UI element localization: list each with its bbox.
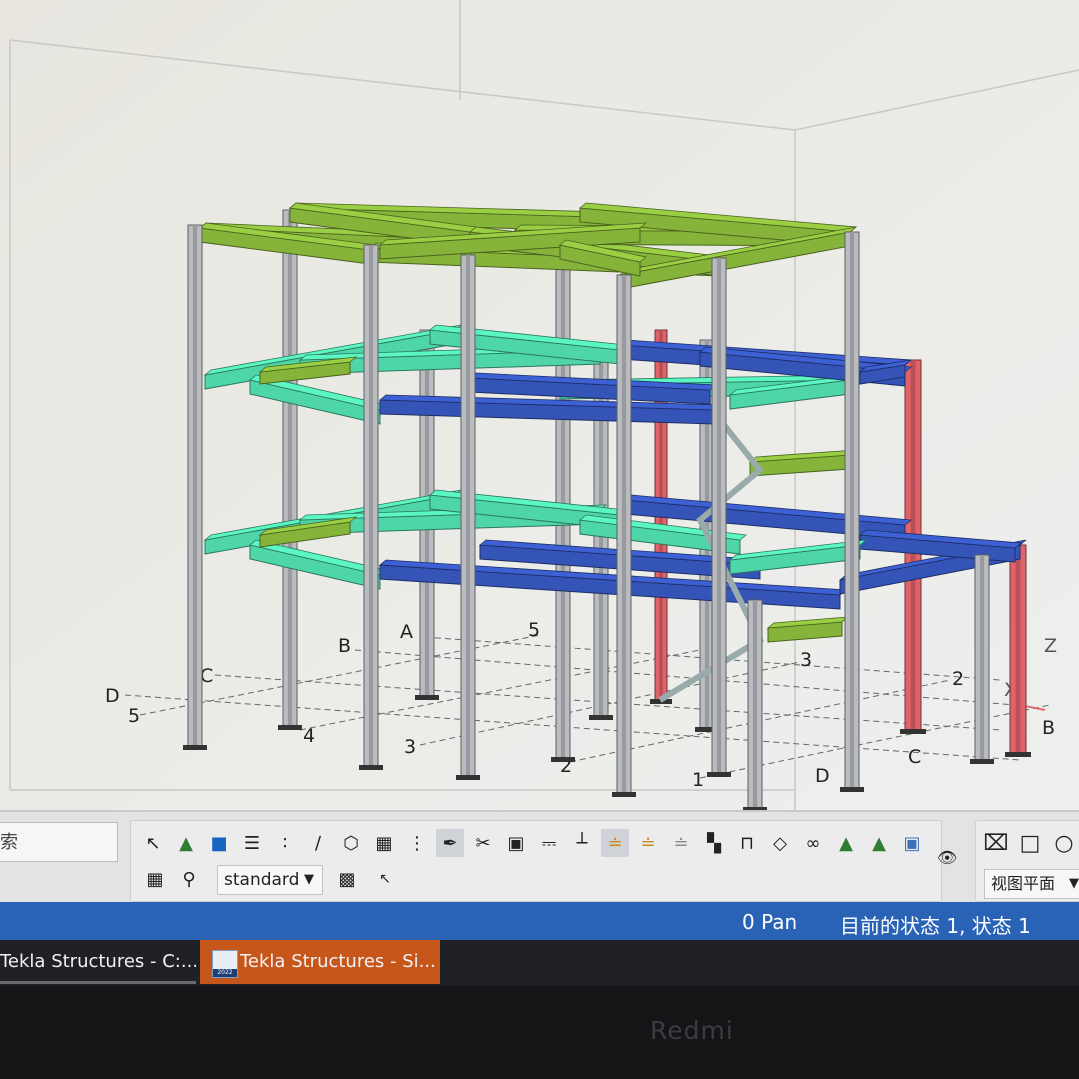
red-column-2-web	[1015, 545, 1021, 755]
grid-icon[interactable]: ▦	[370, 829, 398, 857]
view-panel: ⌧ □ ○ 视图平面 ▼	[975, 820, 1079, 902]
column-front-4-web	[621, 275, 627, 795]
ladder-icon[interactable]: ☰	[238, 829, 266, 857]
chevron-down-icon: ▼	[1069, 876, 1079, 891]
grid-label-A-left: A	[400, 621, 413, 643]
column-front-4-base-plate	[612, 792, 636, 797]
taskbar-item-label: Tekla Structures - Si...	[240, 951, 436, 972]
column-front-1-base-plate	[183, 745, 207, 750]
column-front-5-web	[716, 258, 722, 775]
search-field[interactable]: 索	[0, 822, 118, 862]
grid-label-D-right: D	[815, 765, 830, 787]
brush-icon[interactable]: ✒	[436, 829, 464, 857]
status-count: 0 Pan	[742, 910, 798, 934]
app-year: 2022	[213, 969, 237, 977]
grid-label-4-front: 4	[303, 725, 315, 747]
tool-panel: ↖ ▲ ■ ☰ ∶ ∕ ⬡ ▦ ⋮ ✒ ✂ ▣ ⎓ ┴ ≐ ≐ ≐ ▚ ⊓ ◇ ∞ ▲ ▲ ▣ ▦ ⚲ standard ▼ …	[130, 820, 942, 902]
taskbar-item-tekla-1[interactable]: Tekla Structures - C:...	[0, 940, 196, 984]
axis-z-label: Z	[1044, 635, 1057, 657]
stair-icon-3[interactable]: ≐	[667, 829, 695, 857]
circle-icon[interactable]: ○	[1050, 829, 1078, 857]
solid-square-icon[interactable]: ■	[205, 829, 233, 857]
grid-label-5-back: 5	[528, 619, 540, 641]
column-mid-1-base-plate	[551, 757, 575, 762]
checker-icon[interactable]: ▩	[333, 865, 361, 893]
line-icon[interactable]: ∕	[304, 829, 332, 857]
eye-icon[interactable]: 👁	[937, 848, 961, 867]
column-front-7-web	[849, 232, 855, 790]
grid-label-3-front: 3	[404, 736, 416, 758]
window-icon[interactable]: ▣	[502, 829, 530, 857]
cone-icon[interactable]: ▲	[172, 829, 200, 857]
standard-dropdown[interactable]: standard ▼	[217, 865, 323, 895]
grid-label-5-front: 5	[128, 705, 140, 727]
red-column-1-base-plate	[900, 729, 926, 734]
box-cross-icon[interactable]: ⌧	[982, 829, 1010, 857]
search-key-icon[interactable]: ⚲	[175, 865, 203, 893]
column-right-1-web	[979, 555, 985, 762]
square-icon[interactable]: □	[1016, 829, 1044, 857]
tree-dot-icon[interactable]: ▲	[865, 829, 893, 857]
column-front-2-web	[368, 245, 374, 768]
column-back-1-base-plate	[415, 695, 439, 700]
taskbar-item-label: Tekla Structures - C:...	[0, 951, 196, 972]
column-icon[interactable]: ⎓	[535, 829, 563, 857]
column-front-3-web	[465, 255, 471, 778]
red-column-2-base-plate	[1005, 752, 1031, 757]
column-front-3-base-plate	[456, 775, 480, 780]
component-grid-icon[interactable]: ▦	[141, 865, 169, 893]
grid-label-B-left: B	[338, 635, 351, 657]
grid-label-D-left: D	[105, 685, 120, 707]
tree-icon[interactable]: ▲	[832, 829, 860, 857]
toolbar-area: 索 ↖ ▲ ■ ☰ ∶ ∕ ⬡ ▦ ⋮ ✒ ✂ ▣ ⎓ ┴ ≐ ≐ ≐ ▚ ⊓ ◇ ∞ ▲ ▲ ▣ ▦ ⚲ standard …	[0, 810, 1079, 904]
chevron-down-icon: ▼	[304, 872, 314, 887]
column-front-2-base-plate	[359, 765, 383, 770]
beam-icon[interactable]: ┴	[568, 829, 596, 857]
status-bar: 0 Pan 目前的状态 1, 状态 1	[0, 902, 1079, 940]
grid-label-B-right: B	[1042, 717, 1055, 739]
stairs-solid-icon[interactable]: ▚	[700, 829, 728, 857]
grid-label-1-front: 1	[692, 769, 704, 791]
view-plane-dropdown[interactable]: 视图平面 ▼	[984, 869, 1079, 899]
grid-label-2-right: 2	[952, 668, 964, 690]
status-state: 目前的状态 1, 状态 1	[840, 914, 1031, 938]
stair-icon-1[interactable]: ≐	[601, 829, 629, 857]
monitor-bezel: Redmi	[0, 986, 1079, 1079]
column-left-back-web	[287, 210, 293, 728]
pointer-small-icon[interactable]: ↖	[371, 865, 399, 893]
column-mid-1-web	[560, 240, 566, 760]
grid-label-C-right: C	[908, 746, 921, 768]
mesh-icon[interactable]: ▣	[898, 829, 926, 857]
stair-icon-2[interactable]: ≐	[634, 829, 662, 857]
angle-icon[interactable]: ∞	[799, 829, 827, 857]
scissors-icon[interactable]: ✂	[469, 829, 497, 857]
tekla-app-icon: 2022	[212, 950, 238, 978]
column-front-7-base-plate	[840, 787, 864, 792]
column-right-1-base-plate	[970, 759, 994, 764]
dotted-grid-icon[interactable]: ⋮	[403, 829, 431, 857]
standard-dropdown-label: standard	[224, 870, 300, 890]
taskbar: Tekla Structures - C:... Tekla Structure…	[0, 940, 1079, 986]
model-canvas[interactable]: D C B A 5 5 4 3 2 1 4 3 2 B C D Z X	[0, 0, 1079, 810]
column-front-6-web	[752, 600, 758, 810]
grid-label-3-right: 3	[800, 649, 812, 671]
select-pointer-icon[interactable]: ↖	[139, 829, 167, 857]
column-front-1-web	[192, 225, 198, 748]
column-front-5-base-plate	[707, 772, 731, 777]
3d-model-viewport[interactable]: D C B A 5 5 4 3 2 1 4 3 2 B C D Z X	[0, 0, 1079, 810]
cube-icon[interactable]: ⬡	[337, 829, 365, 857]
dots-icon[interactable]: ∶	[271, 829, 299, 857]
column-back-2-base-plate	[589, 715, 613, 720]
brand-logo: Redmi	[650, 1016, 734, 1045]
column-left-back-base-plate	[278, 725, 302, 730]
layers-icon[interactable]: ◇	[766, 829, 794, 857]
frame-icon[interactable]: ⊓	[733, 829, 761, 857]
view-plane-label: 视图平面	[991, 874, 1056, 893]
